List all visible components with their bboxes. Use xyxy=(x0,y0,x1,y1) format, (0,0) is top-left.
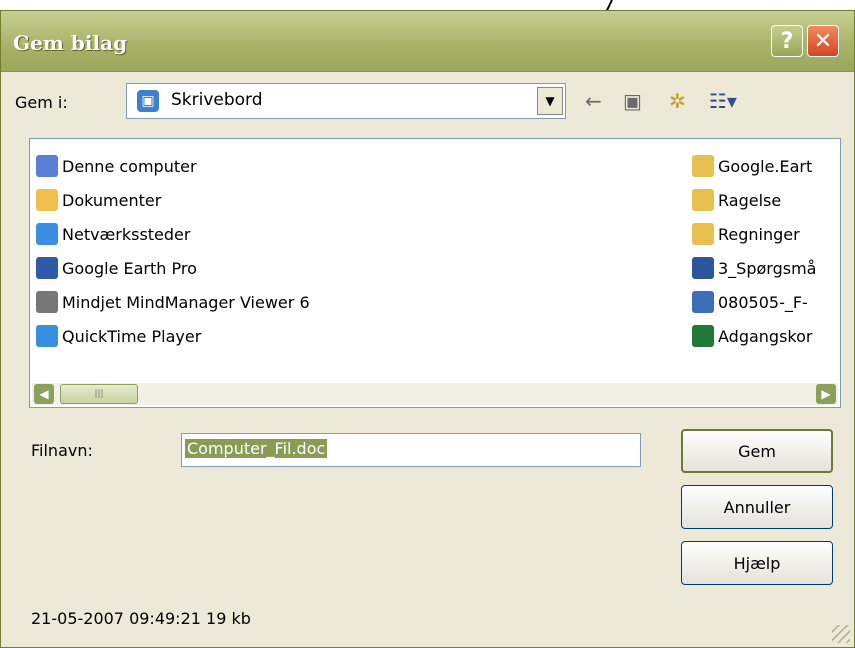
list-item-label: 3_Spørgsmå xyxy=(718,258,817,278)
help-title-button[interactable]: ? xyxy=(771,25,803,57)
resize-grip[interactable] xyxy=(832,625,850,643)
list-item[interactable]: Google Earth Pro xyxy=(36,251,310,285)
network-icon xyxy=(36,223,58,245)
folder-icon xyxy=(692,189,714,211)
list-item-label: Google.Eart xyxy=(718,156,813,176)
scroll-thumb[interactable]: ||| xyxy=(60,384,138,404)
mindmanager-icon xyxy=(36,291,58,313)
folder-icon xyxy=(692,155,714,177)
list-item-label: Ragelse xyxy=(718,190,782,210)
file-list: Denne computer Dokumenter Netværkssteder Go… xyxy=(29,138,841,408)
save-in-label: Gem i: xyxy=(15,93,68,112)
chevron-down-icon[interactable]: ▼ xyxy=(537,87,563,115)
save-button[interactable]: Gem xyxy=(681,429,833,473)
word-doc-icon xyxy=(692,257,714,279)
new-folder-icon[interactable]: ✲ xyxy=(669,89,686,113)
media-file-icon xyxy=(692,291,714,313)
filename-input[interactable]: Computer_Fil.doc xyxy=(181,433,641,467)
left-column: Denne computer Dokumenter Netværkssteder Go… xyxy=(36,149,310,353)
up-folder-icon[interactable]: ▣ xyxy=(623,89,642,113)
save-attachment-dialog: Gem bilag ? ✕ Gem i: ▣ Skrivebord ▼ ← ▣ … xyxy=(0,10,855,648)
list-item[interactable]: Denne computer xyxy=(36,149,310,183)
excel-file-icon xyxy=(692,325,714,347)
right-column: Google.Eart Ragelse Regninger 3_Spørgsmå 080… xyxy=(692,149,838,353)
list-item[interactable]: Adgangskor xyxy=(692,319,838,353)
dialog-title: Gem bilag xyxy=(13,31,128,55)
scroll-right-icon[interactable]: ▶ xyxy=(816,384,836,404)
save-in-dropdown[interactable]: ▣ Skrivebord ▼ xyxy=(126,83,566,119)
list-item-label: Google Earth Pro xyxy=(62,258,197,278)
list-item-label: Mindjet MindManager Viewer 6 xyxy=(62,292,310,312)
list-item-label: 080505-_F- xyxy=(718,292,808,312)
list-item[interactable]: Netværkssteder xyxy=(36,217,310,251)
list-item[interactable]: Dokumenter xyxy=(36,183,310,217)
filename-label: Filnavn: xyxy=(31,441,93,460)
list-item-label: Adgangskor xyxy=(718,326,813,346)
status-text: 21-05-2007 09:49:21 19 kb xyxy=(31,609,251,628)
folder-icon xyxy=(692,223,714,245)
list-item-label: Regninger xyxy=(718,224,800,244)
list-item[interactable]: QuickTime Player xyxy=(36,319,310,353)
list-item-label: Dokumenter xyxy=(62,190,162,210)
documents-folder-icon xyxy=(36,189,58,211)
computer-icon xyxy=(36,155,58,177)
scroll-left-icon[interactable]: ◀ xyxy=(34,384,54,404)
cancel-button[interactable]: Annuller xyxy=(681,485,833,529)
list-item[interactable]: Google.Eart xyxy=(692,149,838,183)
list-item[interactable]: 3_Spørgsmå xyxy=(692,251,838,285)
list-item-label: QuickTime Player xyxy=(62,326,202,346)
view-menu-icon[interactable]: ☷▾ xyxy=(709,89,737,113)
filename-value: Computer_Fil.doc xyxy=(185,439,328,458)
save-in-value: Skrivebord xyxy=(171,90,263,110)
help-button[interactable]: Hjælp xyxy=(681,541,833,585)
title-bar: Gem bilag ? ✕ xyxy=(1,11,854,72)
google-earth-icon xyxy=(36,257,58,279)
horizontal-scrollbar[interactable]: ◀ ||| ▶ xyxy=(32,383,838,405)
list-item-label: Netværkssteder xyxy=(62,224,191,244)
quicktime-icon xyxy=(36,325,58,347)
list-item[interactable]: Regninger xyxy=(692,217,838,251)
close-button[interactable]: ✕ xyxy=(807,25,839,57)
desktop-icon: ▣ xyxy=(137,90,159,112)
back-icon[interactable]: ← xyxy=(585,89,602,113)
list-item[interactable]: Mindjet MindManager Viewer 6 xyxy=(36,285,310,319)
list-item-label: Denne computer xyxy=(62,156,197,176)
list-item[interactable]: Ragelse xyxy=(692,183,838,217)
list-item[interactable]: 080505-_F- xyxy=(692,285,838,319)
